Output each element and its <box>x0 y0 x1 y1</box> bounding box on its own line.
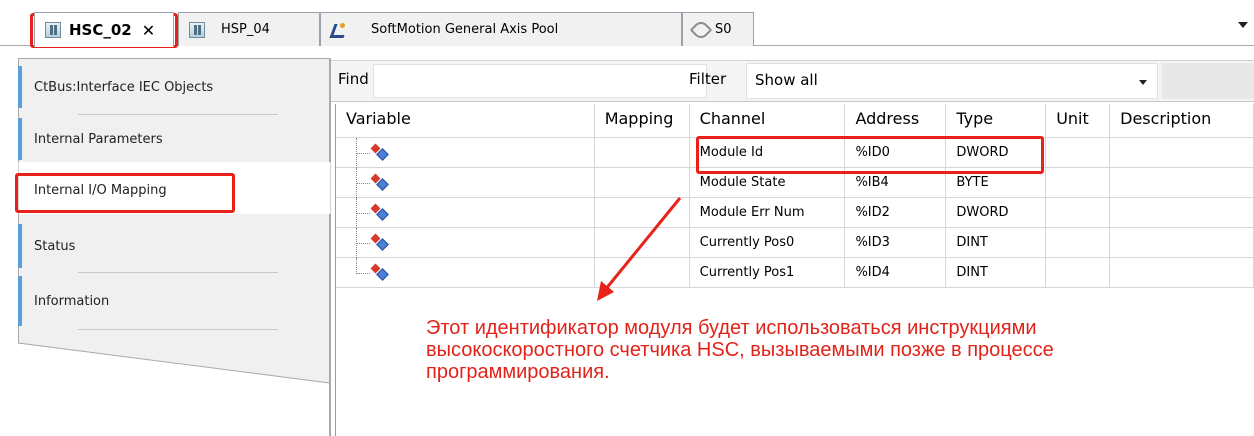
close-tab-icon[interactable]: ✕ <box>142 21 155 40</box>
tab-hsc-02[interactable]: HSC_02 ✕ <box>34 12 174 47</box>
tab-label: HSC_02 <box>69 21 132 39</box>
annotation-text: Этот идентификатор модуля будет использо… <box>426 317 1226 383</box>
annotation-line: высокоскоростного счетчика HSC, вызываем… <box>426 339 1054 361</box>
annotation-line: Этот идентификатор модуля будет использо… <box>426 317 1037 339</box>
device-module-icon <box>45 22 61 38</box>
annotation-line: программирования. <box>426 361 610 383</box>
